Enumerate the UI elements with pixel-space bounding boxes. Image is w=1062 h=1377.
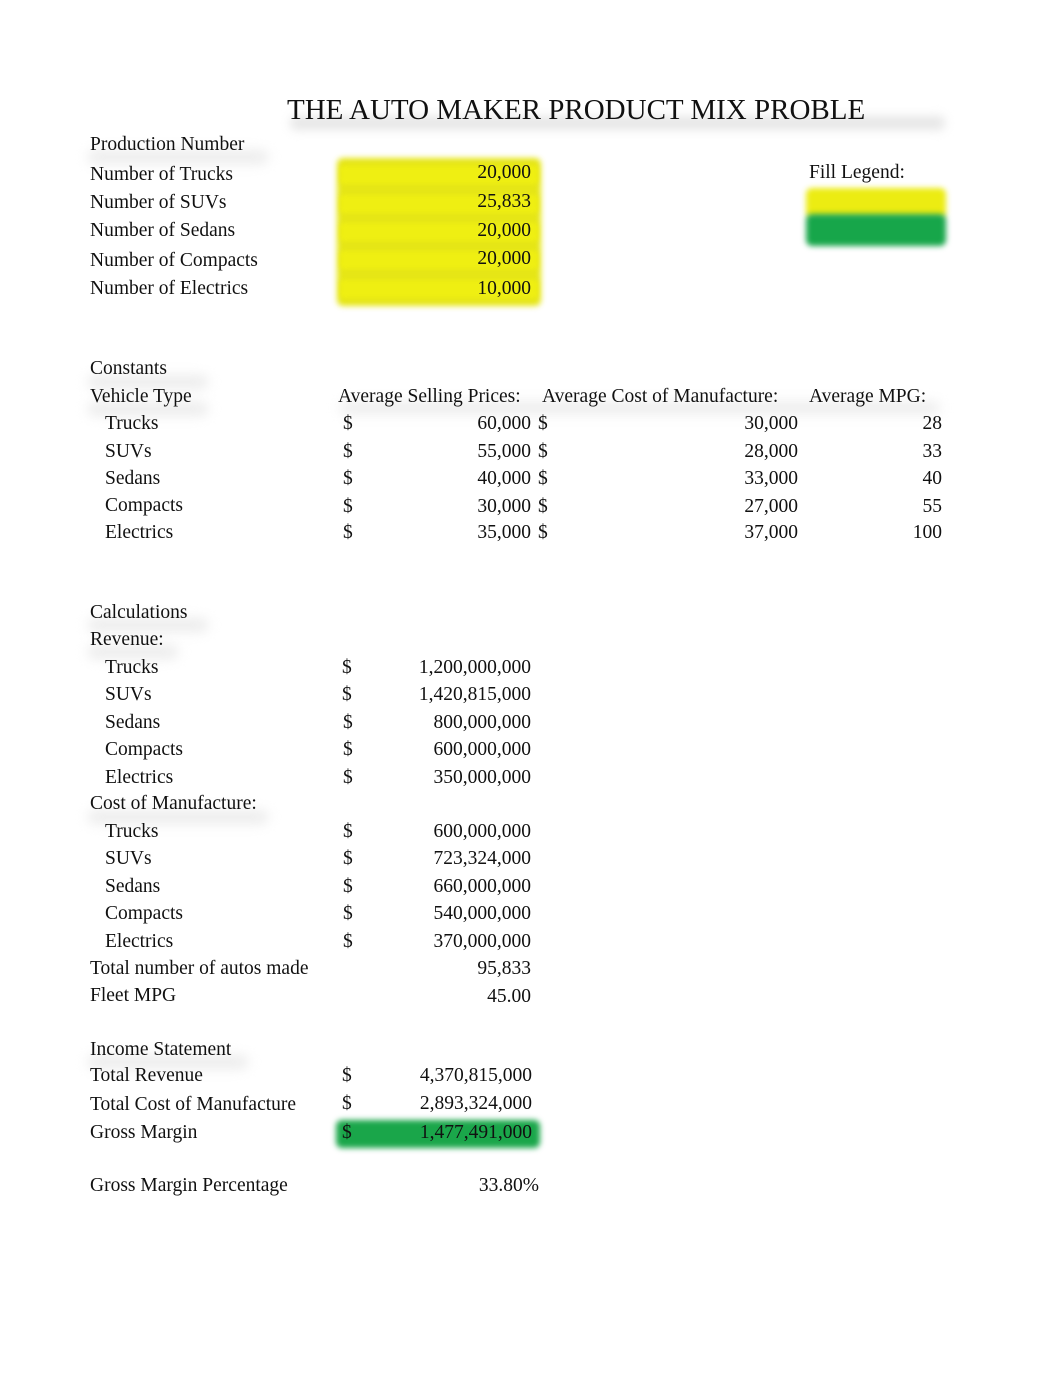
currency-symbol: $ <box>538 441 548 462</box>
production-label: Number of Compacts <box>90 250 258 271</box>
vehicle-type: Sedans <box>105 712 161 733</box>
currency-symbol: $ <box>343 739 353 760</box>
production-label: Number of Trucks <box>90 164 234 185</box>
currency-symbol: $ <box>538 496 548 517</box>
cost-cell[interactable]: 28,000 <box>640 440 798 464</box>
currency-symbol: $ <box>343 767 353 788</box>
sedans-count-input[interactable]: 20,000 <box>340 219 531 243</box>
vehicle-type: Compacts <box>105 495 183 516</box>
revenue-heading: Revenue: <box>90 629 164 650</box>
currency-symbol: $ <box>343 441 353 462</box>
vehicle-type: Sedans <box>105 468 161 489</box>
electrics-count-input[interactable]: 10,000 <box>340 277 531 301</box>
mpg-cell[interactable]: 55 <box>860 495 943 519</box>
vehicle-type: Trucks <box>105 413 159 434</box>
mpg-cell[interactable]: 40 <box>860 467 943 491</box>
total-cost-value: 2,893,324,000 <box>419 1093 532 1114</box>
cost-cell[interactable]: 30,000 <box>640 412 798 436</box>
calculations-heading: Calculations <box>90 602 188 623</box>
revenue-value: 350,000,000 <box>433 767 532 788</box>
total-autos-label: Total number of autos made <box>90 958 309 979</box>
compacts-count-input[interactable]: 20,000 <box>340 247 531 271</box>
total-autos-value: 95,833 <box>477 958 531 979</box>
currency-symbol: $ <box>343 876 353 897</box>
col-avg-cost: Average Cost of Manufacture: <box>542 386 779 407</box>
currency-symbol: $ <box>343 931 353 952</box>
cost-value: 723,324,000 <box>433 848 532 869</box>
price-cell[interactable]: 35,000 <box>400 521 531 545</box>
currency-symbol: $ <box>343 468 353 489</box>
currency-symbol: $ <box>343 848 353 869</box>
fleet-mpg-label: Fleet MPG <box>90 985 177 1006</box>
vehicle-type: SUVs <box>105 684 152 705</box>
currency-symbol: $ <box>343 821 353 842</box>
cost-value: 600,000,000 <box>433 821 532 842</box>
cost-cell[interactable]: 37,000 <box>640 521 798 545</box>
mpg-cell[interactable]: 100 <box>860 521 942 545</box>
currency-symbol: $ <box>343 413 353 434</box>
currency-symbol: $ <box>343 522 353 543</box>
price-cell[interactable]: 40,000 <box>400 467 531 491</box>
currency-symbol: $ <box>342 657 352 678</box>
suvs-count-input[interactable]: 25,833 <box>340 190 531 214</box>
sheet-title: THE AUTO MAKER PRODUCT MIX PROBLE <box>287 94 866 126</box>
mpg-cell[interactable]: 33 <box>860 440 943 464</box>
price-cell[interactable]: 60,000 <box>400 412 531 436</box>
gross-margin-label: Gross Margin <box>90 1122 198 1143</box>
constants-heading: Constants <box>90 358 167 379</box>
total-revenue-label: Total Revenue <box>90 1065 203 1086</box>
gm-pct-value: 33.80% <box>478 1175 539 1196</box>
currency-symbol: $ <box>538 413 548 434</box>
revenue-value: 600,000,000 <box>433 739 532 760</box>
total-revenue-value: 4,370,815,000 <box>419 1065 532 1086</box>
vehicle-type: Electrics <box>105 522 174 543</box>
currency-symbol: $ <box>538 468 548 489</box>
cost-heading: Cost of Manufacture: <box>90 793 257 814</box>
currency-symbol: $ <box>342 1065 352 1086</box>
cost-cell[interactable]: 27,000 <box>640 495 798 519</box>
trucks-count-input[interactable]: 20,000 <box>340 161 531 185</box>
currency-symbol: $ <box>343 496 353 517</box>
production-heading: Production Number <box>90 134 245 155</box>
fleet-mpg-value: 45.00 <box>487 986 531 1007</box>
currency-symbol: $ <box>342 1093 352 1114</box>
col-avg-mpg: Average MPG: <box>809 386 927 407</box>
currency-symbol: $ <box>343 712 353 733</box>
vehicle-type: Compacts <box>105 903 183 924</box>
cost-value: 540,000,000 <box>433 903 532 924</box>
currency-symbol: $ <box>342 1122 352 1143</box>
vehicle-type: Electrics <box>105 931 174 952</box>
gm-pct-label: Gross Margin Percentage <box>90 1175 288 1196</box>
legend-swatch-output <box>806 214 946 246</box>
price-cell[interactable]: 55,000 <box>400 440 531 464</box>
production-label: Number of SUVs <box>90 192 227 213</box>
cost-value: 370,000,000 <box>433 931 532 952</box>
col-avg-selling-price: Average Selling Prices: <box>338 386 521 407</box>
income-heading: Income Statement <box>90 1039 232 1060</box>
production-label: Number of Electrics <box>90 278 249 299</box>
revenue-value: 1,200,000,000 <box>418 657 531 678</box>
vehicle-type: Compacts <box>105 739 183 760</box>
col-vehicle-type: Vehicle Type <box>90 386 192 407</box>
gross-margin-value: 1,477,491,000 <box>419 1122 532 1143</box>
revenue-value: 800,000,000 <box>433 712 532 733</box>
vehicle-type: Trucks <box>105 657 159 678</box>
vehicle-type: SUVs <box>105 848 152 869</box>
vehicle-type: SUVs <box>105 441 152 462</box>
cost-cell[interactable]: 33,000 <box>640 467 798 491</box>
fill-legend-label: Fill Legend: <box>809 162 905 183</box>
cost-value: 660,000,000 <box>433 876 532 897</box>
price-cell[interactable]: 30,000 <box>400 495 531 519</box>
vehicle-type: Electrics <box>105 767 174 788</box>
production-label: Number of Sedans <box>90 220 236 241</box>
currency-symbol: $ <box>342 684 352 705</box>
vehicle-type: Sedans <box>105 876 161 897</box>
currency-symbol: $ <box>538 522 548 543</box>
currency-symbol: $ <box>343 903 353 924</box>
total-cost-label: Total Cost of Manufacture <box>90 1094 297 1115</box>
revenue-value: 1,420,815,000 <box>418 684 531 705</box>
mpg-cell[interactable]: 28 <box>860 412 943 436</box>
vehicle-type: Trucks <box>105 821 159 842</box>
